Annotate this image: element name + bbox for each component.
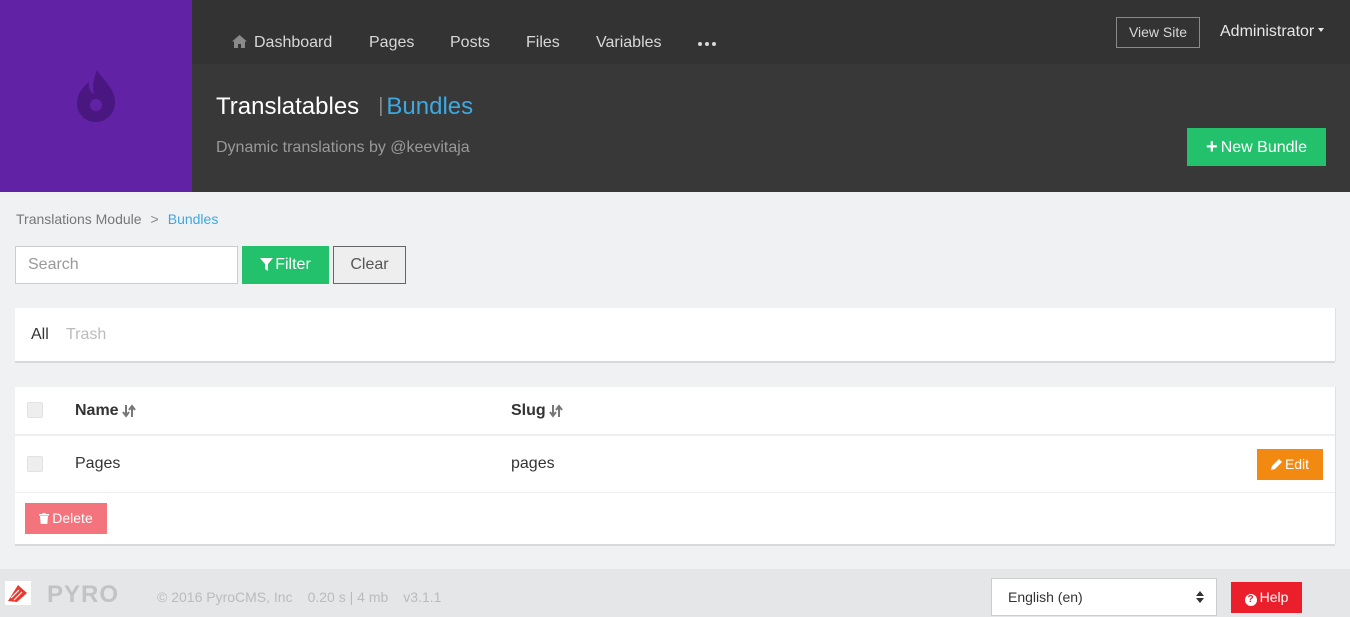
- column-header-slug[interactable]: Slug: [511, 402, 563, 420]
- column-header-name[interactable]: Name: [75, 402, 136, 420]
- nav-files[interactable]: Files: [526, 34, 560, 52]
- sort-icon: [121, 404, 136, 418]
- nav-dashboard[interactable]: Dashboard: [232, 34, 332, 52]
- select-all-checkbox[interactable]: [27, 402, 43, 418]
- page-title: Translatables | Bundles: [216, 93, 473, 121]
- pyrocms-badge-icon[interactable]: [5, 581, 31, 605]
- cell-name: Pages: [75, 455, 121, 472]
- breadcrumb: Translations Module > Bundles: [16, 211, 218, 227]
- breadcrumb-item-module[interactable]: Translations Module: [16, 211, 142, 227]
- question-circle-icon: ?: [1244, 594, 1257, 606]
- user-name: Administrator: [1220, 23, 1315, 40]
- tab-all[interactable]: All: [31, 326, 49, 344]
- tabs-card: All Trash: [15, 308, 1335, 361]
- bundles-table: Name Slug Pages pages Edit Delete: [15, 387, 1335, 544]
- module-title: Translatables: [216, 93, 360, 120]
- top-navigation: Dashboard Pages Posts Files Variables Vi…: [192, 0, 1350, 64]
- footer-brand: PYRO: [47, 581, 120, 608]
- new-bundle-label: New Bundle: [1220, 139, 1307, 156]
- new-bundle-button[interactable]: + New Bundle: [1187, 128, 1326, 166]
- help-button[interactable]: ? Help: [1231, 582, 1302, 613]
- ellipsis-icon[interactable]: [698, 42, 716, 46]
- sort-icon: [548, 404, 563, 418]
- caret-down-icon: [1318, 28, 1325, 32]
- page-subtitle: Dynamic translations by @keevitaja: [216, 139, 470, 156]
- nav-pages[interactable]: Pages: [369, 34, 414, 52]
- delete-label: Delete: [52, 510, 93, 526]
- delete-button[interactable]: Delete: [25, 503, 107, 534]
- clear-button[interactable]: Clear: [333, 246, 406, 284]
- breadcrumb-item-bundles[interactable]: Bundles: [168, 211, 219, 227]
- help-label: Help: [1259, 589, 1289, 605]
- plus-icon: +: [1206, 136, 1218, 158]
- column-label: Slug: [511, 402, 546, 419]
- header: Dashboard Pages Posts Files Variables Vi…: [192, 0, 1350, 192]
- view-site-button[interactable]: View Site: [1116, 17, 1200, 48]
- select-arrows-icon: [1196, 591, 1204, 603]
- footer-stats: 0.20 s | 4 mb: [307, 589, 389, 605]
- search-input[interactable]: [15, 246, 238, 284]
- edit-button[interactable]: Edit: [1257, 449, 1323, 480]
- pencil-icon: [1270, 459, 1282, 470]
- nav-label: Dashboard: [254, 34, 333, 51]
- brand-logo-block[interactable]: [0, 0, 192, 192]
- pyro-flame-icon: [77, 70, 115, 122]
- home-icon: [232, 35, 247, 48]
- user-menu[interactable]: Administrator: [1220, 23, 1325, 41]
- footer-version: v3.1.1: [403, 589, 442, 605]
- title-separator: |: [378, 95, 384, 117]
- language-select[interactable]: English (en): [991, 578, 1217, 616]
- filter-label: Filter: [275, 256, 311, 273]
- column-label: Name: [75, 402, 119, 419]
- footer-copyright: © 2016 PyroCMS, Inc: [157, 589, 293, 605]
- cell-slug: pages: [511, 455, 555, 472]
- trash-icon: [39, 513, 50, 524]
- funnel-icon: [260, 258, 274, 271]
- edit-label: Edit: [1284, 456, 1310, 472]
- footer: PYRO © 2016 PyroCMS, Inc 0.20 s | 4 mb v3.…: [0, 569, 1350, 617]
- breadcrumb-separator: >: [150, 211, 159, 227]
- language-value: English (en): [1008, 589, 1083, 605]
- tab-trash[interactable]: Trash: [66, 326, 106, 344]
- filter-button[interactable]: Filter: [242, 246, 329, 284]
- table-row: Pages pages Edit: [15, 437, 1335, 493]
- footer-meta: © 2016 PyroCMS, Inc 0.20 s | 4 mb v3.1.1: [157, 589, 456, 605]
- section-title[interactable]: Bundles: [386, 93, 473, 120]
- table-header: Name Slug: [15, 387, 1335, 436]
- row-checkbox[interactable]: [27, 456, 43, 472]
- nav-variables[interactable]: Variables: [596, 34, 662, 52]
- nav-posts[interactable]: Posts: [450, 34, 490, 52]
